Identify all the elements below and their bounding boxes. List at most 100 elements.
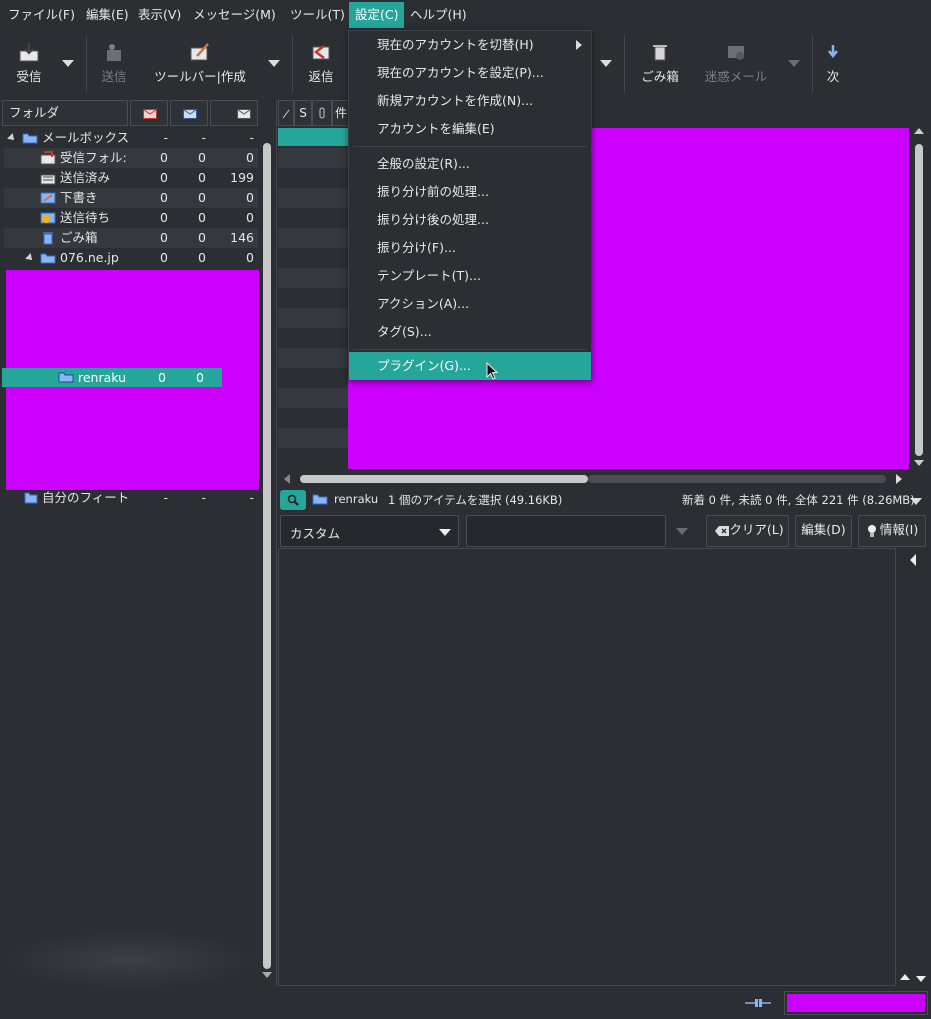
new-mail-icon: [143, 109, 157, 119]
folder-row-trash[interactable]: ごみ箱 0 0 146: [4, 228, 258, 248]
clear-label: クリア(L): [729, 522, 784, 537]
scroll-right-arrow-icon[interactable]: [896, 474, 902, 484]
menu-item-actions[interactable]: アクション(A)...: [349, 290, 591, 318]
collapse-pane-icon[interactable]: [910, 554, 916, 566]
folder-open-icon: [312, 494, 328, 505]
search-input[interactable]: [466, 515, 666, 547]
folder-scrollbar[interactable]: [262, 143, 272, 979]
trash-button[interactable]: ごみ箱: [634, 36, 686, 92]
menu-message[interactable]: メッセージ(M): [187, 2, 282, 28]
send-button[interactable]: 送信: [92, 36, 136, 92]
message-row[interactable]: [278, 148, 348, 168]
message-list-scrollbar[interactable]: [914, 128, 924, 470]
search-history-dropdown-icon[interactable]: [676, 528, 688, 535]
message-row[interactable]: [278, 228, 348, 248]
menu-edit[interactable]: 編集(E): [80, 2, 135, 28]
menu-item-edit-accounts[interactable]: アカウントを編集(E): [349, 115, 591, 143]
edit-button[interactable]: 編集(D): [795, 515, 852, 547]
menu-tools[interactable]: ツール(T): [284, 2, 351, 28]
message-row[interactable]: [278, 348, 348, 368]
folder-row-outbox[interactable]: 送信待ち 0 0 0: [4, 208, 258, 228]
scroll-up-arrow-icon[interactable]: [914, 128, 924, 134]
folder-row-sent[interactable]: 送信済み 0 0 199: [4, 168, 258, 188]
folder-row-account[interactable]: 076.ne.jp 0 0 0: [4, 248, 258, 268]
status-column-header[interactable]: S: [294, 100, 312, 126]
online-status-icon[interactable]: [744, 996, 772, 1010]
menu-item-plugins[interactable]: プラグイン(G)...: [349, 352, 591, 380]
folder-total-count: 0: [246, 250, 254, 265]
search-type-select[interactable]: カスタム: [280, 515, 459, 547]
scroll-up-arrow-icon[interactable]: [900, 974, 910, 980]
menu-item-new-account[interactable]: 新規アカウントを作成(N)...: [349, 87, 591, 115]
message-list-hscrollbar[interactable]: [280, 474, 906, 484]
expander-icon[interactable]: [25, 253, 35, 263]
menu-item-tags[interactable]: タグ(S)...: [349, 318, 591, 346]
next-button[interactable]: 次: [820, 36, 846, 92]
toolbar-separator: [86, 36, 87, 92]
folder-unread-count: -: [201, 490, 206, 505]
quick-search-toggle[interactable]: [280, 490, 306, 510]
message-row[interactable]: [278, 188, 348, 208]
folder-row-inbox[interactable]: 受信フォル: 0 0 0: [4, 148, 258, 168]
menu-item-filtering[interactable]: 振り分け(F)...: [349, 234, 591, 262]
message-row-selected[interactable]: [278, 128, 348, 146]
junk-button[interactable]: 迷惑メール: [698, 36, 774, 92]
send-icon: [107, 44, 121, 61]
clear-button[interactable]: クリア(L): [706, 515, 789, 547]
scroll-left-arrow-icon[interactable]: [284, 474, 290, 484]
status-summary: 新着 0 件, 未読 0 件, 全体 221 件 (8.26MB): [682, 493, 915, 507]
message-row[interactable]: [278, 268, 348, 288]
folder-row-feeds[interactable]: 自分のフィート - - -: [4, 488, 258, 508]
folder-new-count: 0: [160, 210, 168, 225]
menu-item-post-processing[interactable]: 振り分け後の処理...: [349, 206, 591, 234]
message-row[interactable]: [278, 388, 348, 408]
folder-new-count: 0: [160, 170, 168, 185]
receive-dropdown-arrow[interactable]: [62, 60, 74, 67]
menu-item-templates[interactable]: テンプレート(T)...: [349, 262, 591, 290]
folder-name: 076.ne.jp: [60, 250, 119, 265]
status-dropdown-arrow-icon[interactable]: [910, 498, 922, 505]
folder-column-header[interactable]: フォルダ: [2, 100, 128, 126]
toolbar-separator: [624, 36, 625, 92]
mark-column-header[interactable]: [278, 100, 294, 126]
forward-dropdown-arrow[interactable]: [600, 60, 612, 67]
scrollbar-thumb[interactable]: [300, 475, 588, 483]
scroll-down-arrow-icon[interactable]: [916, 976, 926, 982]
scroll-down-arrow-icon[interactable]: [262, 972, 272, 978]
scroll-down-arrow-icon[interactable]: [914, 460, 924, 466]
scrollbar-thumb[interactable]: [915, 144, 923, 456]
new-column-header[interactable]: [130, 100, 168, 126]
message-row[interactable]: [278, 428, 348, 448]
menu-file[interactable]: ファイル(F): [2, 2, 81, 28]
info-button[interactable]: 情報(I): [858, 515, 926, 547]
menu-item-pre-processing[interactable]: 振り分け前の処理...: [349, 178, 591, 206]
folder-row-drafts[interactable]: 下書き 0 0 0: [4, 188, 258, 208]
progress-area: [784, 991, 928, 1015]
folder-unread-count: 0: [198, 170, 206, 185]
mouse-cursor-icon: [486, 362, 499, 380]
junk-dropdown-arrow[interactable]: [788, 60, 800, 67]
unread-column-header[interactable]: [170, 100, 208, 126]
expander-icon[interactable]: [7, 133, 17, 143]
message-list: [278, 128, 348, 470]
folder-unread-count: 0: [196, 370, 204, 385]
compose-button[interactable]: ツールバー|作成: [146, 36, 254, 92]
folder-status-bar: renraku 1 個のアイテムを選択 (49.16KB) 新着 0 件, 未読…: [278, 488, 931, 512]
attachment-column-header[interactable]: [312, 100, 332, 126]
menu-item-preferences[interactable]: 全般の設定(R)...: [349, 150, 591, 178]
menu-item-configure-account[interactable]: 現在のアカウントを設定(P)...: [349, 59, 591, 87]
folder-row-mailbox[interactable]: メールボックス - - -: [4, 128, 258, 148]
scrollbar-thumb[interactable]: [263, 143, 271, 969]
compose-dropdown-arrow[interactable]: [268, 60, 280, 67]
menu-item-switch-account[interactable]: 現在のアカウントを切替(H): [349, 31, 591, 59]
menu-help[interactable]: ヘルプ(H): [404, 2, 473, 28]
menu-view[interactable]: 表示(V): [132, 2, 187, 28]
reply-button[interactable]: 返信: [300, 36, 342, 92]
total-column-header[interactable]: [210, 100, 258, 126]
folder-new-count: 0: [160, 190, 168, 205]
folder-row-selected[interactable]: renraku 0 0: [2, 368, 222, 387]
menu-settings[interactable]: 設定(C): [349, 2, 405, 28]
receive-button[interactable]: 受信: [6, 36, 52, 92]
folder-new-count: 0: [160, 250, 168, 265]
message-row[interactable]: [278, 308, 348, 328]
